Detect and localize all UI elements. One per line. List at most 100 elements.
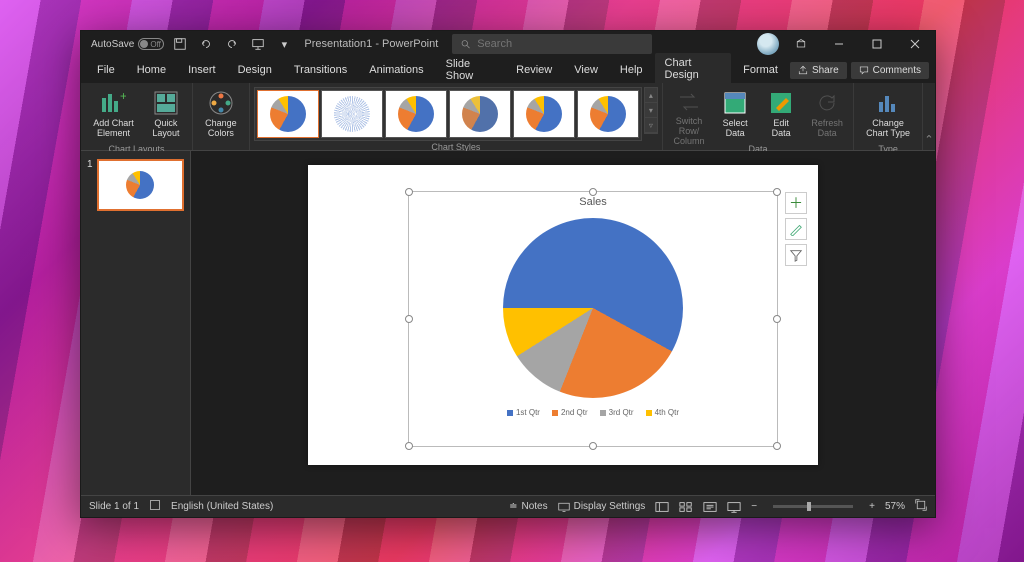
- svg-text:+: +: [120, 90, 126, 103]
- document-title: Presentation1 - PowerPoint: [304, 38, 438, 50]
- add-chart-element-button[interactable]: + Add Chart Element: [85, 87, 142, 143]
- switch-icon: [675, 89, 703, 115]
- search-icon: [460, 38, 471, 50]
- tab-view[interactable]: View: [564, 60, 608, 80]
- accessibility-icon[interactable]: [149, 499, 161, 514]
- tab-animations[interactable]: Animations: [359, 60, 433, 80]
- ribbon-tabs: File Home Insert Design Transitions Anim…: [81, 57, 935, 83]
- chart-element-icon: +: [99, 89, 127, 117]
- pie-chart[interactable]: [409, 208, 777, 408]
- autosave-toggle[interactable]: AutoSave Off: [91, 38, 164, 50]
- slideshow-view-icon[interactable]: [727, 501, 741, 513]
- change-colors-button[interactable]: Change Colors: [197, 87, 245, 143]
- resize-handle[interactable]: [405, 188, 413, 196]
- slide-canvas[interactable]: Sales 1st Qtr 2nd Qtr 3rd Qtr 4th Qtr ＋: [191, 151, 935, 495]
- tab-home[interactable]: Home: [127, 60, 176, 80]
- share-icon: [798, 65, 808, 75]
- edit-data-button[interactable]: Edit Data: [759, 87, 803, 143]
- chart-quick-tools: ＋: [785, 192, 807, 266]
- redo-icon[interactable]: [222, 34, 242, 54]
- chart-style-2[interactable]: [321, 90, 383, 138]
- tab-design[interactable]: Design: [228, 60, 282, 80]
- undo-icon[interactable]: [196, 34, 216, 54]
- resize-handle[interactable]: [589, 188, 597, 196]
- qat-more-icon[interactable]: ▾: [274, 34, 294, 54]
- group-data: Switch Row/ Column Select Data Edit Data…: [663, 83, 854, 150]
- tab-help[interactable]: Help: [610, 60, 653, 80]
- autosave-label: AutoSave: [91, 39, 134, 50]
- status-bar: Slide 1 of 1 English (United States) ≐ N…: [81, 495, 935, 517]
- chart-style-5[interactable]: [513, 90, 575, 138]
- user-avatar[interactable]: [757, 33, 779, 55]
- zoom-in-button[interactable]: +: [869, 501, 875, 512]
- tab-review[interactable]: Review: [506, 60, 562, 80]
- display-icon: [558, 501, 570, 513]
- language-status[interactable]: English (United States): [171, 501, 273, 512]
- save-icon[interactable]: [170, 34, 190, 54]
- chart-object[interactable]: Sales 1st Qtr 2nd Qtr 3rd Qtr 4th Qtr ＋: [408, 191, 778, 447]
- change-chart-type-button[interactable]: Change Chart Type: [858, 87, 918, 143]
- maximize-icon[interactable]: [861, 32, 893, 56]
- tab-chart-design[interactable]: Chart Design: [655, 53, 732, 87]
- zoom-out-button[interactable]: −: [751, 501, 757, 512]
- comment-icon: [859, 65, 869, 75]
- group-type: Change Chart Type Type: [854, 83, 923, 150]
- palette-icon: [207, 89, 235, 117]
- sorter-view-icon[interactable]: [679, 501, 693, 513]
- slide[interactable]: Sales 1st Qtr 2nd Qtr 3rd Qtr 4th Qtr ＋: [308, 165, 818, 465]
- zoom-level[interactable]: 57%: [885, 501, 905, 512]
- chart-style-1[interactable]: [257, 90, 319, 138]
- minimize-icon[interactable]: [823, 32, 855, 56]
- slide-thumbnail-1[interactable]: [97, 159, 184, 211]
- fit-slide-icon[interactable]: [915, 499, 927, 514]
- chart-style-4[interactable]: [449, 90, 511, 138]
- comments-button[interactable]: Comments: [851, 62, 929, 79]
- scroll-up-icon[interactable]: ▴: [645, 88, 657, 103]
- resize-handle[interactable]: [405, 315, 413, 323]
- search-box[interactable]: [452, 34, 652, 54]
- tab-insert[interactable]: Insert: [178, 60, 226, 80]
- select-data-icon: [721, 89, 749, 117]
- group-chart-styles: ▴▾▿ Chart Styles: [250, 83, 663, 150]
- normal-view-icon[interactable]: [655, 501, 669, 513]
- reading-view-icon[interactable]: [703, 501, 717, 513]
- chart-legend[interactable]: 1st Qtr 2nd Qtr 3rd Qtr 4th Qtr: [409, 408, 777, 417]
- workspace: 1 Sales 1st Qtr: [81, 151, 935, 495]
- collapse-ribbon-icon[interactable]: ⌃: [923, 83, 935, 150]
- notes-button[interactable]: ≐ Notes: [509, 501, 548, 512]
- resize-handle[interactable]: [773, 315, 781, 323]
- tab-file[interactable]: File: [87, 60, 125, 80]
- ribbon-options-icon[interactable]: [785, 32, 817, 56]
- zoom-slider[interactable]: [773, 505, 853, 508]
- scroll-down-icon[interactable]: ▾: [645, 103, 657, 118]
- tab-transitions[interactable]: Transitions: [284, 60, 357, 80]
- quick-layout-button[interactable]: Quick Layout: [144, 87, 188, 143]
- chart-elements-button[interactable]: ＋: [785, 192, 807, 214]
- share-button[interactable]: Share: [790, 62, 847, 79]
- ribbon: + Add Chart Element Quick Layout Chart L…: [81, 83, 935, 151]
- close-icon[interactable]: [899, 32, 931, 56]
- gallery-scroll[interactable]: ▴▾▿: [644, 87, 658, 134]
- titlebar: AutoSave Off ▾ Presentation1 - PowerPoin…: [81, 31, 935, 57]
- edit-data-icon: [767, 89, 795, 117]
- toggle-switch[interactable]: Off: [138, 38, 164, 50]
- chart-style-6[interactable]: [577, 90, 639, 138]
- select-data-button[interactable]: Select Data: [713, 87, 757, 143]
- chart-filters-button[interactable]: [785, 244, 807, 266]
- refresh-data-button: Refresh Data: [805, 87, 849, 143]
- group-chart-layouts: + Add Chart Element Quick Layout Chart L…: [81, 83, 193, 150]
- chart-style-3[interactable]: [385, 90, 447, 138]
- search-input[interactable]: [477, 38, 644, 50]
- present-icon[interactable]: [248, 34, 268, 54]
- resize-handle[interactable]: [773, 188, 781, 196]
- chart-type-icon: [874, 89, 902, 117]
- display-settings-button[interactable]: Display Settings: [558, 501, 646, 513]
- tab-format[interactable]: Format: [733, 60, 788, 80]
- resize-handle[interactable]: [405, 442, 413, 450]
- resize-handle[interactable]: [773, 442, 781, 450]
- resize-handle[interactable]: [589, 442, 597, 450]
- tab-slide-show[interactable]: Slide Show: [436, 54, 505, 86]
- gallery-more-icon[interactable]: ▿: [645, 118, 657, 133]
- slide-number: 1: [87, 159, 93, 211]
- chart-styles-button[interactable]: [785, 218, 807, 240]
